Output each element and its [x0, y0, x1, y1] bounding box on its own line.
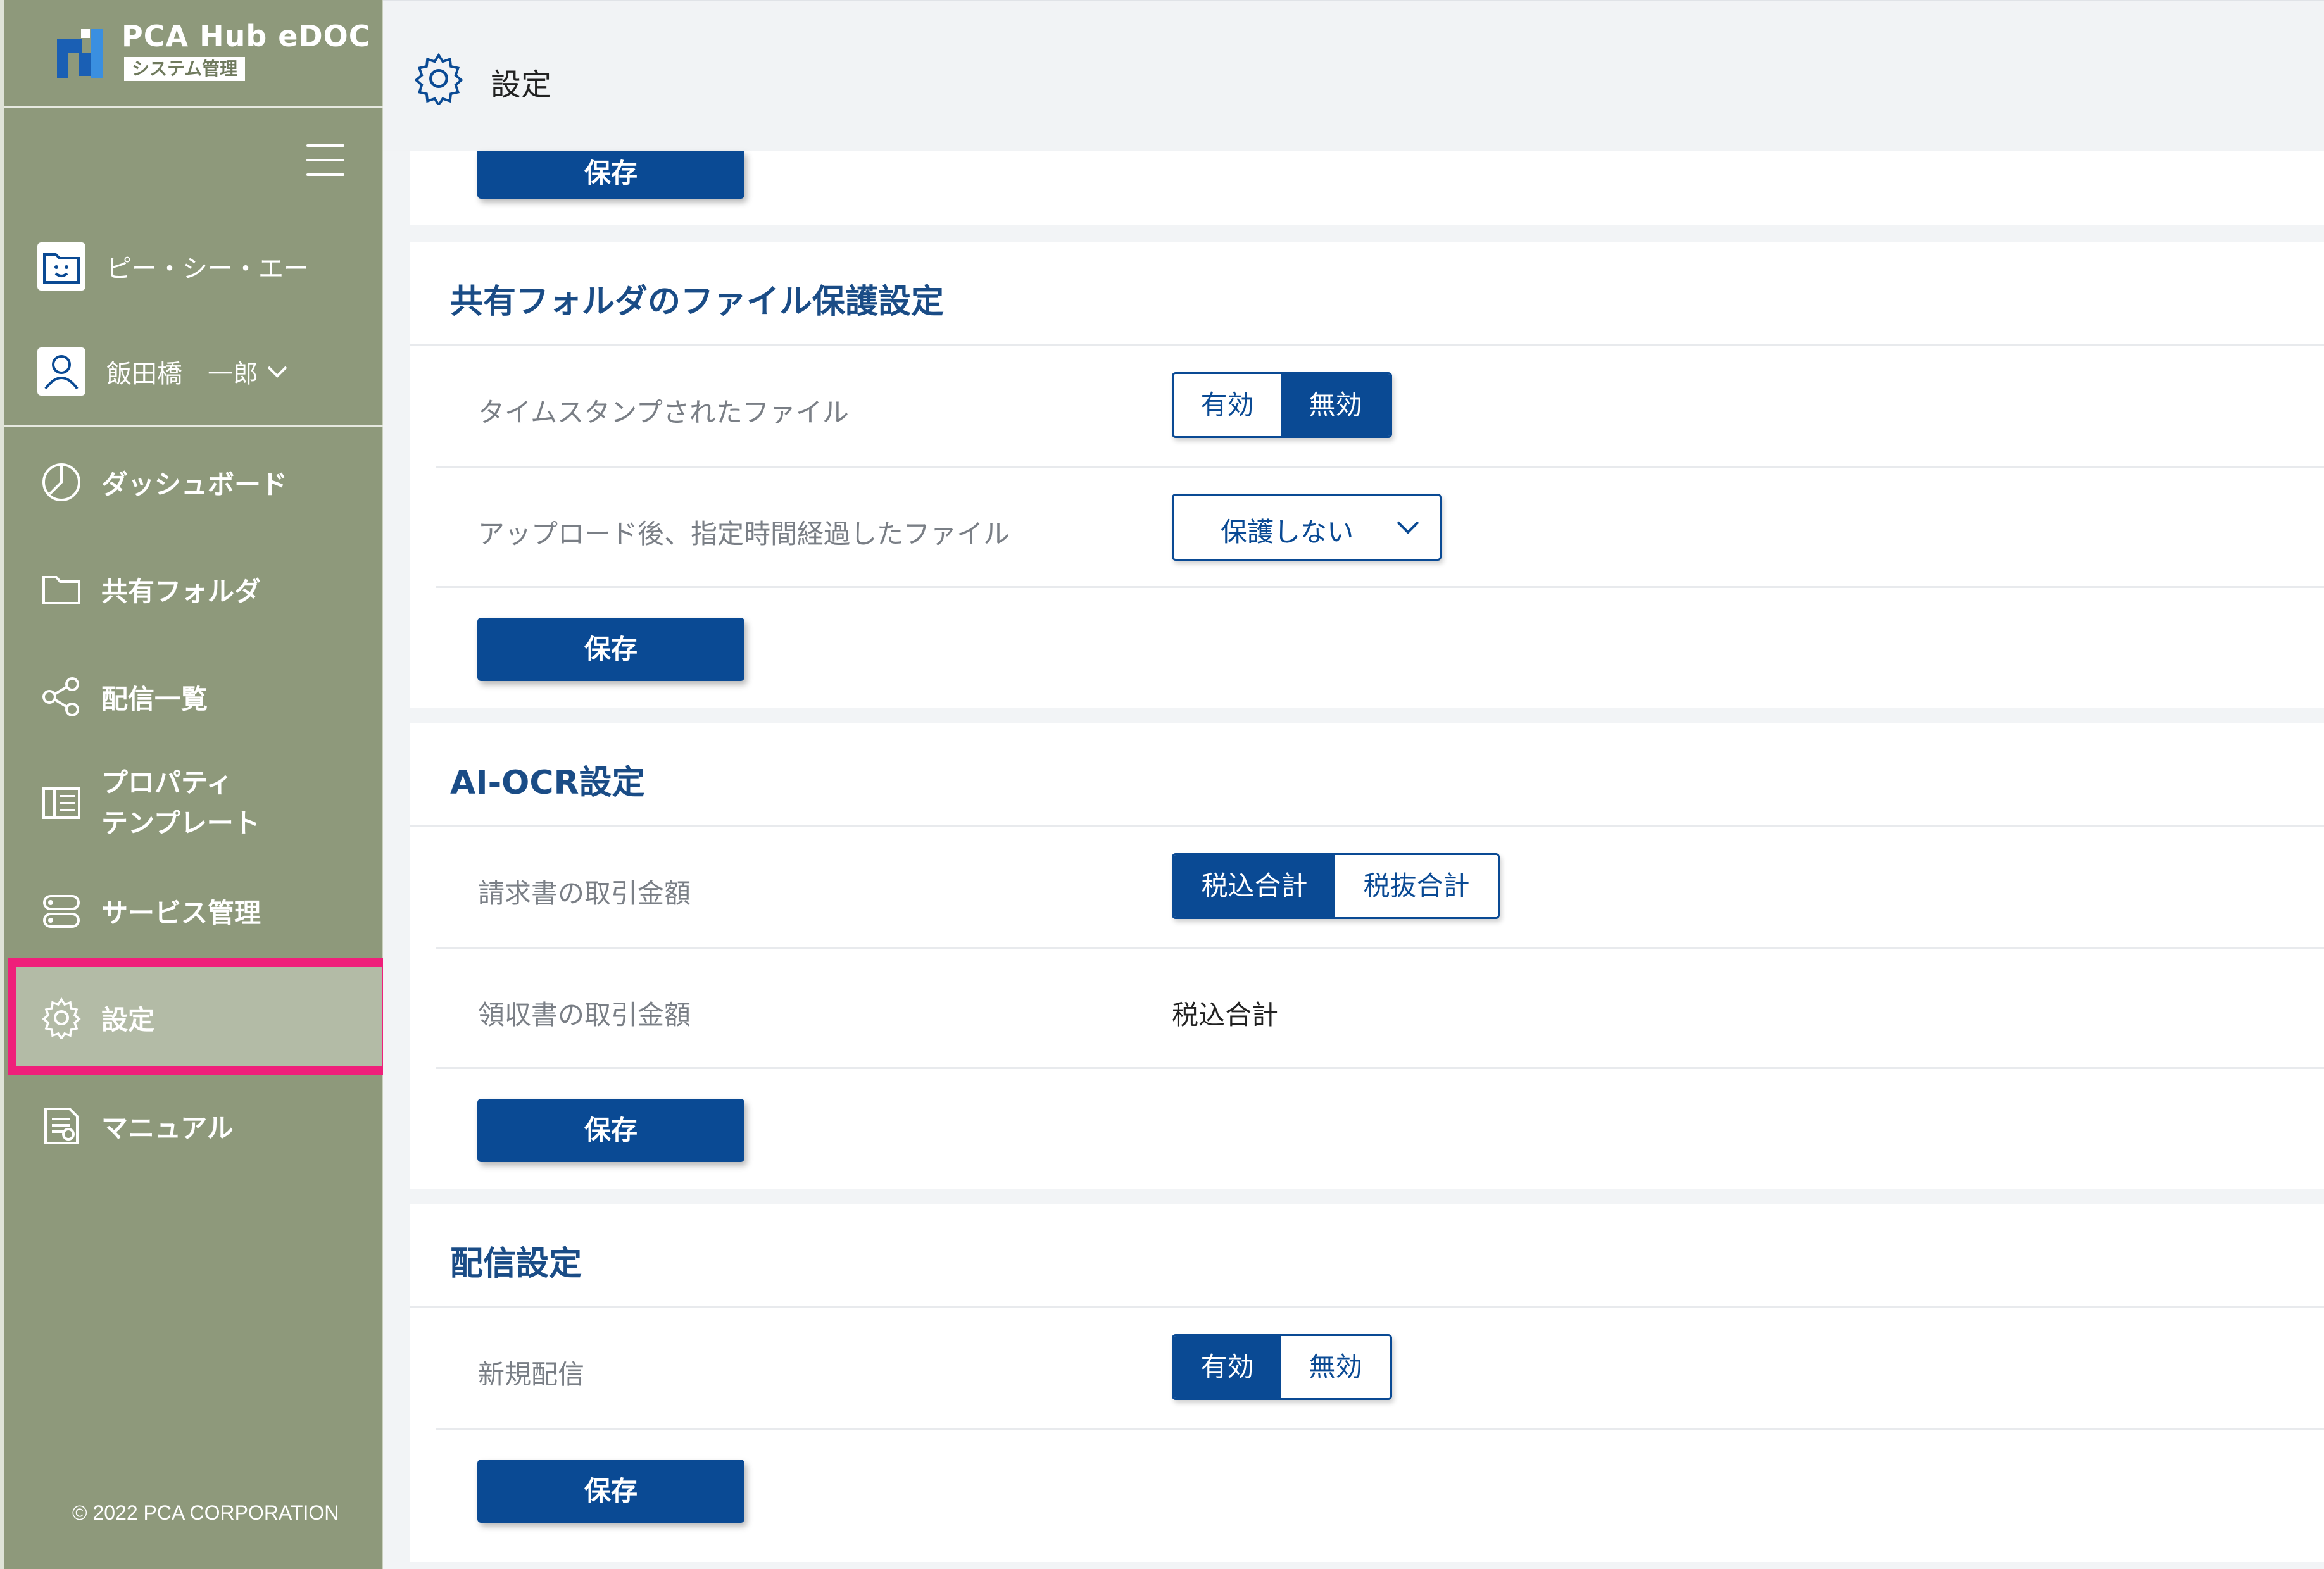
- user-menu[interactable]: 飯田橋 一郎: [35, 346, 290, 397]
- sidebar-item-label: 配信一覧: [101, 683, 208, 715]
- pca-logo-icon: [57, 29, 103, 78]
- save-button[interactable]: 保存: [477, 1099, 744, 1162]
- section-title: 配信設定: [450, 1245, 582, 1283]
- timestamp-protection-toggle[interactable]: 有効 無効: [1172, 372, 1392, 438]
- divider: [436, 1428, 2324, 1430]
- setting-label: 新規配信: [478, 1359, 585, 1390]
- company-folder-icon: [35, 241, 87, 292]
- option-tax-excluded[interactable]: 税抜合計: [1335, 855, 1498, 917]
- option-tax-included[interactable]: 税込合計: [1174, 855, 1336, 917]
- sidebar: PCA Hub eDOC システム管理 ピー・シー・エー 飯田橋 一郎 ダッシュ…: [0, 0, 391, 1569]
- company-name: ピー・シー・エー: [106, 254, 309, 284]
- divider: [436, 586, 2324, 588]
- option-disabled[interactable]: 無効: [1281, 374, 1390, 436]
- logo-badge: システム管理: [124, 57, 246, 81]
- sidebar-item-label-line2: テンプレート: [101, 808, 260, 839]
- save-button[interactable]: 保存: [477, 618, 744, 681]
- page-header: 設定: [383, 0, 2324, 151]
- divider: [436, 1067, 2324, 1069]
- sidebar-item-service-management[interactable]: サービス管理: [35, 890, 261, 932]
- divider: [410, 344, 2324, 346]
- settings-content: 保存 共有フォルダのファイル保護設定 タイムスタンプされたファイル 有効 無効 …: [383, 151, 2324, 1569]
- user-name: 飯田橋 一郎: [106, 359, 258, 389]
- sidebar-item-manual[interactable]: マニュアル: [35, 1105, 234, 1147]
- copyright: © 2022 PCA CORPORATION: [72, 1501, 339, 1524]
- section-title: AI-OCR設定: [450, 764, 645, 802]
- gear-icon: [414, 53, 463, 105]
- app-logo[interactable]: PCA Hub eDOC システム管理: [4, 0, 384, 108]
- manual-icon: [41, 1105, 82, 1147]
- sidebar-item-shared-folder[interactable]: 共有フォルダ: [35, 568, 261, 610]
- divider: [410, 1306, 2324, 1308]
- settings-card-ai-ocr: AI-OCR設定 請求書の取引金額 税込合計 税抜合計 領収書の取引金額 税込合…: [410, 723, 2324, 1189]
- page-title: 設定: [491, 67, 552, 103]
- template-icon: [41, 782, 82, 824]
- sidebar-item-label: マニュアル: [101, 1112, 234, 1144]
- settings-card-file-protection: 共有フォルダのファイル保護設定 タイムスタンプされたファイル 有効 無効 アップ…: [410, 242, 2324, 708]
- folder-icon: [41, 568, 82, 610]
- option-disabled[interactable]: 無効: [1281, 1336, 1390, 1398]
- settings-card-delivery: 配信設定 新規配信 有効 無効 保存: [410, 1204, 2324, 1562]
- divider: [410, 825, 2324, 827]
- divider: [436, 466, 2324, 468]
- menu-toggle-button[interactable]: [306, 144, 344, 176]
- dashboard-pie-icon: [41, 461, 82, 503]
- receipt-amount-value: 税込合計: [1172, 999, 1279, 1030]
- divider: [436, 947, 2324, 949]
- save-button[interactable]: 保存: [477, 151, 744, 199]
- select-value: 保護しない: [1221, 516, 1354, 547]
- section-title: 共有フォルダのファイル保護設定: [450, 283, 945, 321]
- option-enabled[interactable]: 有効: [1174, 1336, 1281, 1398]
- sidebar-item-dashboard[interactable]: ダッシュボード: [35, 461, 287, 503]
- new-delivery-toggle[interactable]: 有効 無効: [1172, 1334, 1392, 1400]
- sidebar-item-property-template[interactable]: プロパティ テンプレート: [35, 763, 260, 844]
- service-icon: [41, 890, 82, 932]
- company-selector[interactable]: ピー・シー・エー: [35, 241, 309, 292]
- setting-label: 請求書の取引金額: [478, 878, 691, 909]
- settings-card-previous: 保存: [410, 151, 2324, 225]
- setting-label: タイムスタンプされたファイル: [478, 397, 849, 428]
- invoice-amount-toggle[interactable]: 税込合計 税抜合計: [1172, 853, 1500, 919]
- save-button[interactable]: 保存: [477, 1460, 744, 1523]
- setting-label: アップロード後、指定時間経過したファイル: [478, 518, 1010, 549]
- sidebar-item-label: ダッシュボード: [101, 468, 288, 500]
- sidebar-item-settings[interactable]: 設定: [35, 997, 154, 1039]
- option-enabled[interactable]: 有効: [1174, 374, 1281, 436]
- sidebar-item-label-line1: プロパティ: [101, 767, 233, 798]
- share-icon: [41, 676, 82, 718]
- chevron-down-icon: [1397, 521, 1419, 534]
- sidebar-item-label: 共有フォルダ: [101, 575, 261, 607]
- user-avatar-icon: [35, 346, 87, 397]
- gear-icon: [41, 997, 82, 1039]
- sidebar-item-delivery-list[interactable]: 配信一覧: [35, 676, 208, 718]
- elapsed-time-protection-select[interactable]: 保護しない: [1172, 494, 1442, 561]
- sidebar-divider: [4, 425, 384, 427]
- sidebar-item-label: サービス管理: [101, 897, 261, 928]
- sidebar-item-label: 設定: [101, 1004, 155, 1035]
- sidebar-item-label: プロパティ テンプレート: [101, 763, 260, 844]
- chevron-down-icon: [267, 366, 287, 378]
- setting-label: 領収書の取引金額: [478, 999, 691, 1030]
- logo-title: PCA Hub eDOC: [122, 19, 371, 53]
